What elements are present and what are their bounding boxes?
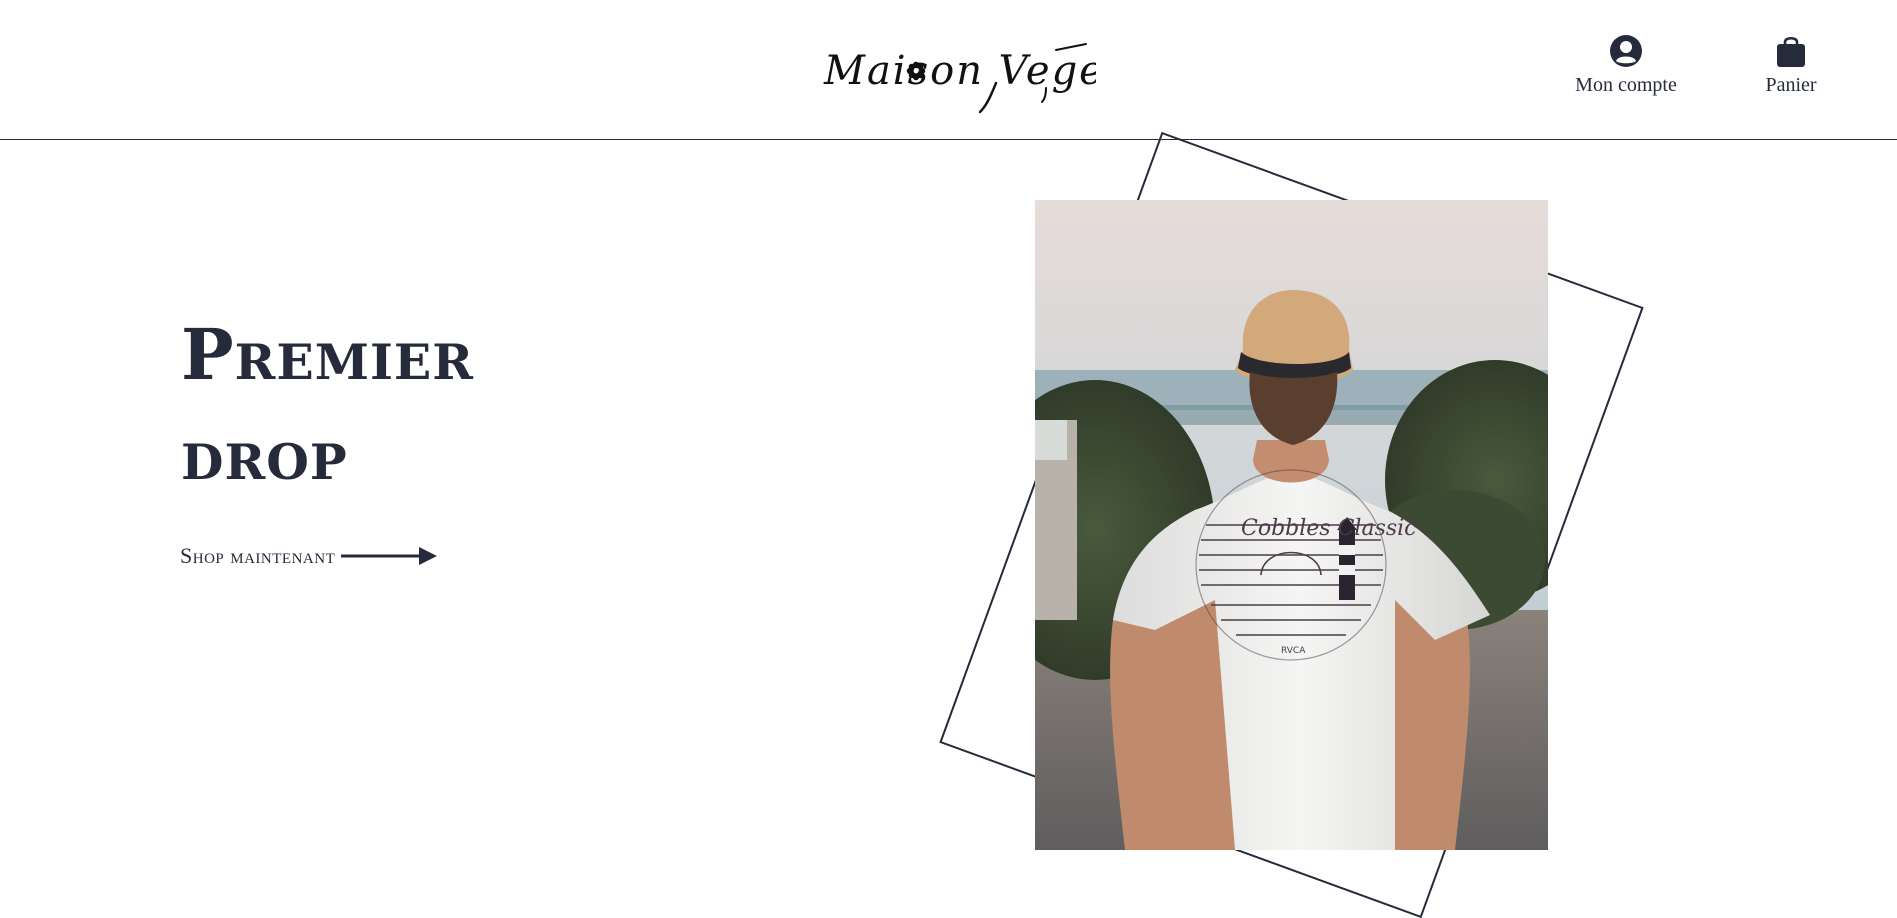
account-label: Mon compte [1575,74,1677,96]
hero-title-line-1: Premier [181,313,474,396]
account-link[interactable]: Mon compte [1565,34,1687,97]
hero-title-line-2: drop [181,413,348,496]
shop-now-label: Shop maintenant [180,543,336,568]
shopping-bag-icon [1777,36,1805,67]
logo-signature: Maison Vegeta [823,43,1147,114]
arrow-right-icon [341,547,438,565]
man-tshirt-photo: Cobbles Classic RVCA [1035,200,1548,850]
logo-text: Maison Vegeta [823,48,1096,94]
tshirt-print-text: Cobbles Classic [1241,516,1417,541]
cart-label: Panier [1765,74,1817,96]
tshirt-print-brand: RVCA [1281,646,1306,656]
hero-product-image: Cobbles Classic RVCA [1035,200,1548,850]
account-circle-icon [1610,35,1642,67]
site-header: Maison Vegeta Mon compte [0,0,1897,140]
hero-title: Premier drop [181,305,474,505]
brand-logo[interactable]: Maison Vegeta [820,38,1147,118]
cart-link[interactable]: Panier [1744,34,1838,97]
shop-now-link[interactable]: Shop maintenant [180,543,438,569]
